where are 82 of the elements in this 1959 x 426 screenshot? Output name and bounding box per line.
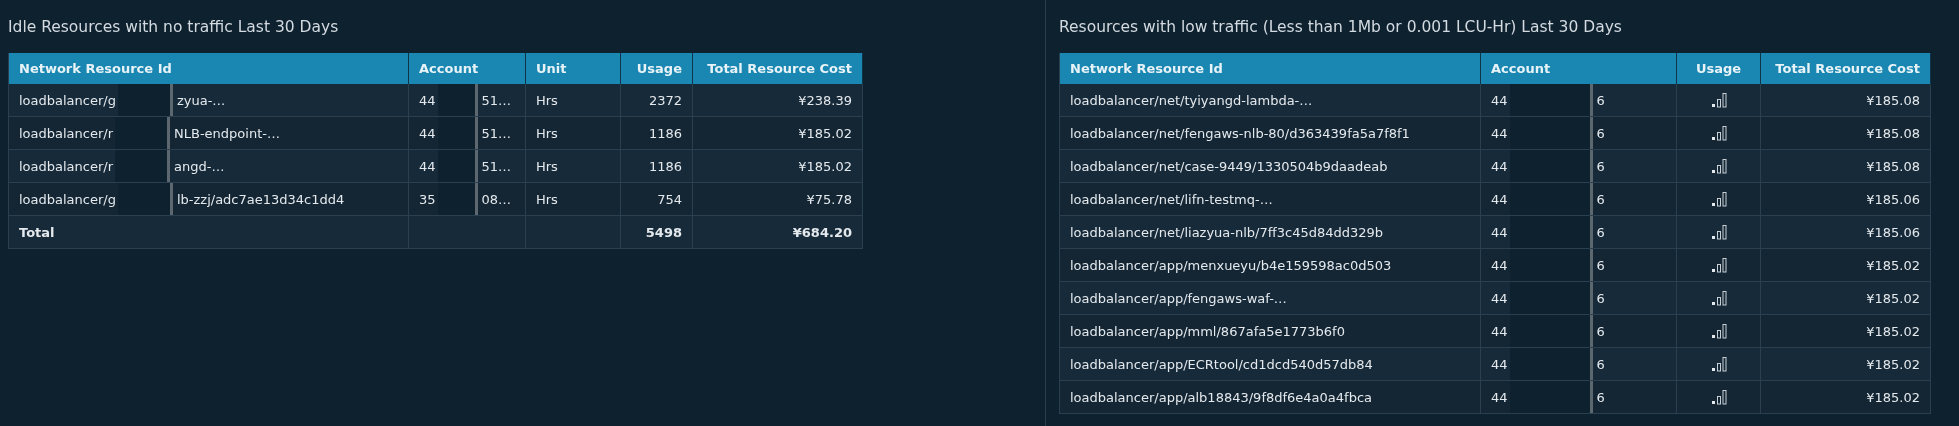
signal-bars-icon [1710,290,1727,306]
column-header[interactable]: Usage [621,53,693,84]
signal-bars-icon [1710,257,1727,273]
cost-cell: ¥185.08 [1761,150,1931,183]
usage-cell: 754 [621,183,693,216]
cost-cell: ¥185.02 [1761,381,1931,414]
usage-cell: 5498 [621,216,693,249]
usage-cell: 1186 [621,150,693,183]
cost-cell: ¥185.02 [1761,249,1931,282]
signal-bars-icon [1710,356,1727,372]
resource-id-cell: loadbalancer/net/liazyua-nlb/7ff3c45d84dd329b [1060,216,1481,249]
resource-id-cell: loadbalancer/app/mml/867afa5e1773b6f0 [1060,315,1481,348]
signal-bars-icon [1710,158,1727,174]
resource-id-cell: loadbalancer/net/lifn-testmq-… [1060,183,1481,216]
account-cell: 44 51… [409,84,526,117]
unit-cell: Hrs [526,84,621,117]
account-cell: 35 08… [409,183,526,216]
column-header[interactable]: Network Resource Id [9,53,409,84]
signal-bars-icon [1710,125,1727,141]
resource-id-cell: loadbalancer/app/ECRtool/cd1dcd540d57db84 [1060,348,1481,381]
redaction-block [115,150,171,182]
column-header[interactable]: Usage [1677,53,1761,84]
account-cell: 44 6 [1481,117,1677,150]
cost-cell: ¥185.06 [1761,216,1931,249]
resource-id-cell: loadbalancer/app/fengaws-waf-… [1060,282,1481,315]
cost-cell: ¥185.02 [1761,282,1931,315]
account-cell: 44 6 [1481,84,1677,117]
resource-id-cell: loadbalancer/r NLB-endpoint-… [9,117,409,150]
column-header[interactable]: Account [409,53,526,84]
account-cell: 44 6 [1481,183,1677,216]
panel-title: Idle Resources with no traffic Last 30 Days [8,18,340,36]
account-cell: 44 6 [1481,150,1677,183]
resource-id-cell: loadbalancer/net/fengaws-nlb-80/d363439fa5a7f8f1 [1060,117,1481,150]
redaction-block [437,117,478,149]
cost-cell: ¥185.02 [693,117,863,150]
resource-id-cell: loadbalancer/app/alb18843/9f8df6e4a0a4fbca [1060,381,1481,414]
usage-cell: 1186 [621,117,693,150]
signal-bars-icon [1710,191,1727,207]
column-header[interactable]: Total Resource Cost [1761,53,1931,84]
cost-cell: ¥185.08 [1761,117,1931,150]
account-cell: 44 6 [1481,249,1677,282]
cost-cell: ¥185.06 [1761,183,1931,216]
account-cell: 44 6 [1481,315,1677,348]
total-label: Total [9,216,409,249]
redaction-block [117,183,173,215]
unit-cell: Hrs [526,117,621,150]
account-cell: 44 6 [1481,282,1677,315]
column-header[interactable]: Network Resource Id [1060,53,1481,84]
account-cell: 44 51… [409,150,526,183]
redaction-block [437,183,478,215]
cost-cell: ¥185.02 [693,150,863,183]
panel-title: Resources with low traffic (Less than 1Mb or 0.001 LCU-Hr) Last 30 Days [1059,18,1623,36]
column-header[interactable]: Account [1481,53,1677,84]
resource-id-cell: loadbalancer/g zyua-… [9,84,409,117]
resource-id-cell: loadbalancer/net/tyiyangd-lambda-… [1060,84,1481,117]
resource-id-cell: loadbalancer/app/menxueyu/b4e159598ac0d503 [1060,249,1481,282]
resource-id-cell: loadbalancer/g lb-zzj/adc7ae13d34c1dd4 [9,183,409,216]
cost-cell: ¥238.39 [693,84,863,117]
redaction-block [437,84,478,116]
redaction-block [115,117,171,149]
cost-cell: ¥185.08 [1761,84,1931,117]
redaction-block [437,150,478,182]
signal-bars-icon [1710,389,1727,405]
account-cell: 44 6 [1481,381,1677,414]
redaction-block [117,84,173,116]
signal-bars-icon [1710,92,1727,108]
account-cell: 44 6 [1481,216,1677,249]
signal-bars-icon [1710,323,1727,339]
cost-cell: ¥684.20 [693,216,863,249]
signal-bars-icon [1710,224,1727,240]
unit-cell: Hrs [526,183,621,216]
cost-cell: ¥185.02 [1761,315,1931,348]
resource-id-cell: loadbalancer/r angd-… [9,150,409,183]
resource-id-cell: loadbalancer/net/case-9449/1330504b9daadeab [1060,150,1481,183]
usage-cell: 2372 [621,84,693,117]
unit-cell: Hrs [526,150,621,183]
cost-cell: ¥75.78 [693,183,863,216]
cost-cell: ¥185.02 [1761,348,1931,381]
account-cell: 44 6 [1481,348,1677,381]
account-cell: 44 51… [409,117,526,150]
column-header[interactable]: Total Resource Cost [693,53,863,84]
column-header[interactable]: Unit [526,53,621,84]
